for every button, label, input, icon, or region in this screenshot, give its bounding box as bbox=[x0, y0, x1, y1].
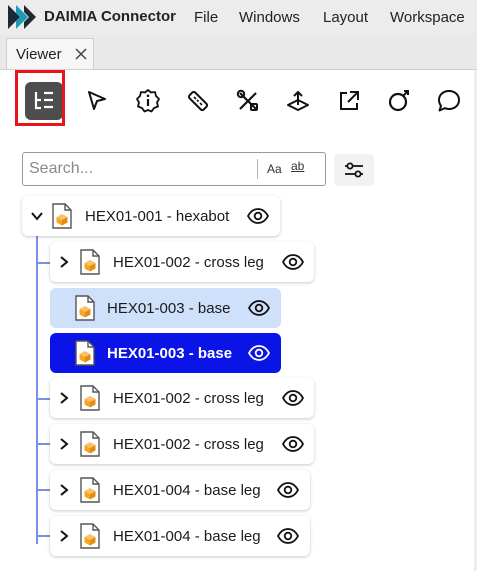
tree-node-label: HEX01-002 - cross leg bbox=[113, 390, 264, 407]
eye-icon[interactable] bbox=[277, 527, 299, 545]
part-file-icon bbox=[80, 249, 100, 275]
tools-icon bbox=[236, 89, 258, 111]
ruler-icon bbox=[187, 90, 209, 112]
tree-node-label: HEX01-003 - base bbox=[107, 300, 231, 317]
app-title: DAIMIA Connector bbox=[44, 8, 176, 25]
eye-icon[interactable] bbox=[247, 207, 269, 225]
measure-tool-button[interactable] bbox=[179, 82, 217, 120]
external-link-icon bbox=[340, 91, 359, 110]
tree-node-label: HEX01-003 - base bbox=[107, 345, 233, 362]
tree-node-label: HEX01-004 - base leg bbox=[113, 482, 261, 499]
part-file-icon bbox=[80, 431, 100, 457]
tree-node-label: HEX01-002 - cross leg bbox=[113, 436, 264, 453]
part-file-icon bbox=[80, 385, 100, 411]
tree-node-root[interactable]: HEX01-001 - hexabot bbox=[22, 196, 280, 236]
menu-layout[interactable]: Layout bbox=[323, 9, 368, 26]
tree-node-child[interactable]: HEX01-002 - cross leg bbox=[50, 424, 314, 464]
chevron-right-icon[interactable] bbox=[59, 392, 69, 404]
cursor-select-icon bbox=[88, 91, 106, 110]
menu-file[interactable]: File bbox=[194, 9, 218, 26]
eye-icon[interactable] bbox=[282, 435, 304, 453]
tree-connector-branch bbox=[36, 443, 50, 445]
tree-node-drag-ghost: HEX01-003 - base bbox=[50, 288, 281, 328]
tree-node-selected[interactable]: HEX01-003 - base bbox=[50, 333, 281, 373]
tree-node-child[interactable]: HEX01-002 - cross leg bbox=[50, 378, 314, 418]
tools-button[interactable] bbox=[229, 82, 267, 120]
sliders-icon bbox=[345, 162, 363, 178]
tree-node-child[interactable]: HEX01-004 - base leg bbox=[50, 470, 310, 510]
tab-viewer-label: Viewer bbox=[16, 46, 62, 63]
chevron-right-icon[interactable] bbox=[59, 256, 69, 268]
highlight-box bbox=[15, 70, 65, 126]
export-tool-button[interactable] bbox=[330, 82, 368, 120]
whole-word-toggle[interactable]: ab bbox=[291, 159, 304, 173]
search-input[interactable] bbox=[29, 159, 251, 179]
chevron-down-icon[interactable] bbox=[31, 211, 43, 221]
part-file-icon bbox=[52, 203, 72, 229]
tree-connector-branch bbox=[36, 262, 50, 264]
menu-bar: DAIMIA Connector File Windows Layout Wor… bbox=[0, 0, 477, 34]
eye-icon bbox=[248, 300, 270, 316]
chevron-right-icon[interactable] bbox=[59, 530, 69, 542]
comment-tool-button[interactable] bbox=[430, 82, 468, 120]
eye-icon[interactable] bbox=[282, 389, 304, 407]
menu-workspace[interactable]: Workspace bbox=[390, 9, 465, 26]
part-file-icon bbox=[80, 523, 100, 549]
tree-node-label: HEX01-001 - hexabot bbox=[85, 208, 230, 225]
info-tool-button[interactable] bbox=[129, 82, 167, 120]
search-box: Aa ab bbox=[22, 152, 326, 186]
chevron-right-icon[interactable] bbox=[59, 438, 69, 450]
tree-connector-trunk bbox=[36, 236, 38, 544]
eye-icon[interactable] bbox=[277, 481, 299, 499]
select-tool-button[interactable] bbox=[78, 82, 116, 120]
tab-viewer[interactable]: Viewer bbox=[6, 38, 94, 69]
filter-button[interactable] bbox=[334, 154, 374, 186]
daimia-logo-icon bbox=[8, 5, 36, 29]
part-file-icon bbox=[75, 295, 95, 321]
info-badge-icon bbox=[136, 89, 160, 113]
part-file-icon bbox=[75, 340, 95, 366]
tree-node-child[interactable]: HEX01-002 - cross leg bbox=[50, 242, 314, 282]
chevron-right-icon[interactable] bbox=[59, 484, 69, 496]
tree-node-label: HEX01-002 - cross leg bbox=[113, 254, 264, 271]
comment-icon bbox=[438, 90, 460, 112]
tab-bar: Viewer bbox=[0, 34, 477, 70]
menu-windows[interactable]: Windows bbox=[239, 9, 300, 26]
whole-word-label: ab bbox=[291, 159, 305, 173]
tree-node-label: HEX01-004 - base leg bbox=[113, 528, 261, 545]
section-tool-button[interactable] bbox=[279, 82, 317, 120]
match-case-toggle[interactable]: Aa bbox=[267, 162, 282, 176]
part-file-icon bbox=[80, 477, 100, 503]
tree-node-child[interactable]: HEX01-004 - base leg bbox=[50, 516, 310, 556]
section-plane-icon bbox=[287, 90, 309, 111]
eye-icon[interactable] bbox=[282, 253, 304, 271]
tree-connector-branch bbox=[36, 535, 50, 537]
tree-connector-branch bbox=[36, 398, 50, 400]
eye-icon[interactable] bbox=[248, 344, 270, 362]
close-icon[interactable] bbox=[74, 47, 88, 61]
search-divider bbox=[257, 159, 258, 179]
explode-tool-button[interactable] bbox=[380, 82, 418, 120]
explode-icon bbox=[388, 90, 409, 112]
tree-connector-branch bbox=[36, 489, 50, 491]
